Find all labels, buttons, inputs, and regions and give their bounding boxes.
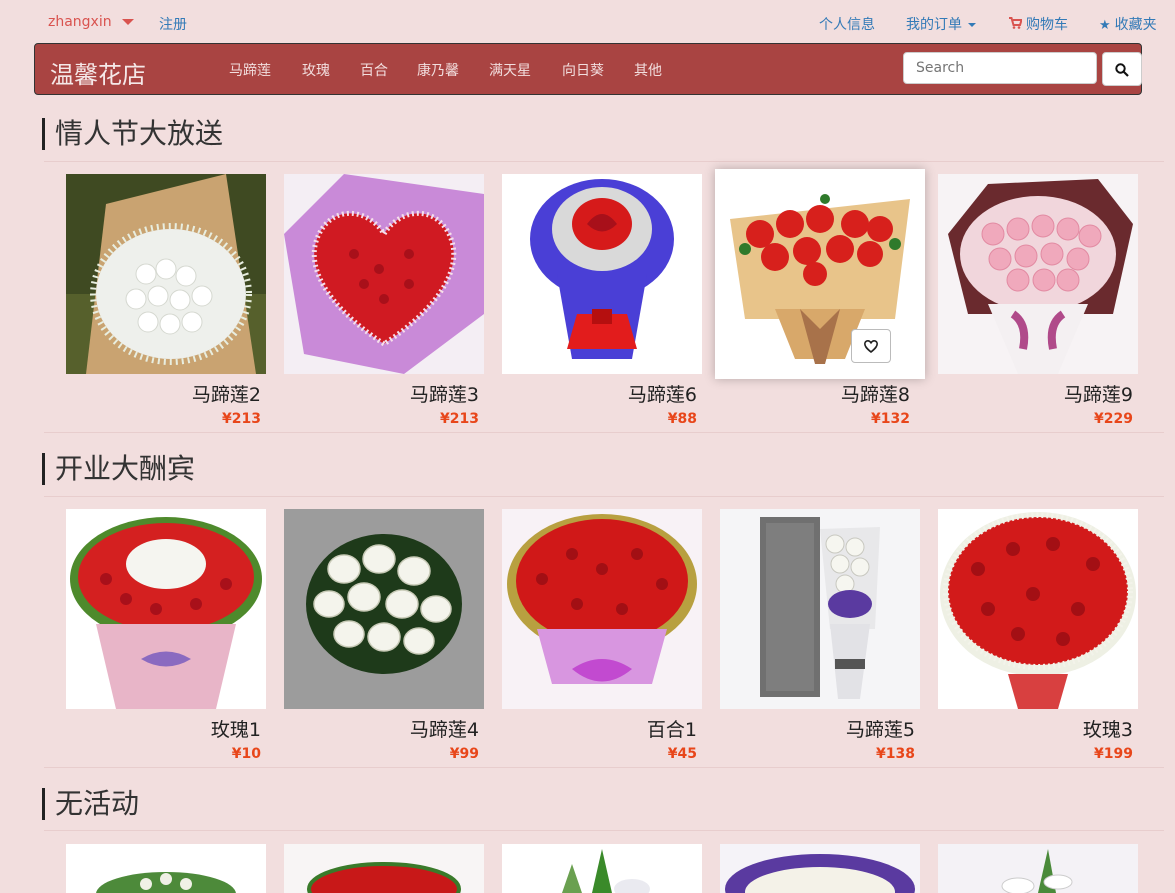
- nav-item-sunflower[interactable]: 向日葵: [562, 60, 604, 80]
- product-image[interactable]: [938, 509, 1138, 709]
- product-name[interactable]: 玫瑰1: [211, 715, 261, 742]
- product-image[interactable]: [720, 844, 920, 893]
- product-name[interactable]: 马蹄莲3: [410, 380, 479, 407]
- caret-down-icon: [121, 19, 134, 25]
- product-image[interactable]: [715, 169, 925, 379]
- product-card[interactable]: [938, 844, 1138, 893]
- product-image[interactable]: [502, 844, 702, 893]
- divider: [44, 496, 1164, 497]
- product-card[interactable]: 百合1 ¥45: [502, 509, 702, 762]
- product-image[interactable]: [66, 844, 266, 893]
- product-name[interactable]: 马蹄莲2: [192, 380, 261, 407]
- product-name[interactable]: 马蹄莲5: [846, 715, 915, 742]
- main-navbar: 温馨花店 马蹄莲 玫瑰 百合 康乃馨 满天星 向日葵 其他: [34, 43, 1142, 95]
- section-title: 无活动: [42, 788, 139, 820]
- nav-item-calla-lily[interactable]: 马蹄莲: [229, 60, 271, 80]
- product-image[interactable]: [284, 509, 484, 709]
- product-price: ¥229: [1094, 411, 1133, 427]
- product-card[interactable]: 马蹄莲9 ¥229: [938, 174, 1138, 427]
- product-price: ¥199: [1094, 746, 1133, 762]
- product-name[interactable]: 马蹄莲8: [841, 380, 910, 407]
- orders-label: 我的订单: [906, 17, 962, 33]
- product-card[interactable]: 马蹄莲5 ¥138: [720, 509, 920, 762]
- product-card[interactable]: 玫瑰1 ¥10: [66, 509, 266, 762]
- product-price: ¥213: [440, 411, 479, 427]
- product-name[interactable]: 百合1: [647, 715, 697, 742]
- product-image[interactable]: [284, 174, 484, 374]
- nav-item-other[interactable]: 其他: [634, 60, 662, 80]
- divider: [44, 830, 1164, 831]
- product-card[interactable]: [502, 844, 702, 893]
- product-card[interactable]: 马蹄莲6 ¥88: [502, 174, 702, 427]
- profile-link[interactable]: 个人信息: [819, 14, 875, 34]
- product-price: ¥132: [871, 411, 910, 427]
- username: zhangxin: [48, 14, 112, 30]
- product-price: ¥45: [667, 746, 697, 762]
- cart-link[interactable]: 购物车: [1009, 14, 1068, 34]
- search-input[interactable]: [903, 52, 1097, 84]
- search-icon: [1115, 63, 1129, 77]
- favorite-button[interactable]: [851, 329, 891, 363]
- product-card[interactable]: 马蹄莲4 ¥99: [284, 509, 484, 762]
- star-icon: ★: [1099, 18, 1111, 33]
- product-price: ¥138: [876, 746, 915, 762]
- caret-down-icon: [968, 23, 976, 27]
- brand-logo[interactable]: 温馨花店: [50, 55, 146, 90]
- product-card[interactable]: [284, 844, 484, 893]
- product-card[interactable]: 玫瑰3 ¥199: [938, 509, 1138, 762]
- nav-item-rose[interactable]: 玫瑰: [302, 60, 330, 80]
- product-name[interactable]: 马蹄莲6: [628, 380, 697, 407]
- product-card[interactable]: 马蹄莲3 ¥213: [284, 174, 484, 427]
- divider: [44, 767, 1164, 768]
- product-card-hovered[interactable]: 马蹄莲8 ¥132: [715, 169, 925, 427]
- product-price: ¥88: [667, 411, 697, 427]
- top-bar: zhangxin 注册 个人信息 我的订单 购物车 ★ 收藏夹: [0, 0, 1175, 44]
- product-card[interactable]: 马蹄莲2 ¥213: [66, 174, 266, 427]
- register-link[interactable]: 注册: [159, 14, 187, 34]
- heart-icon: [864, 340, 878, 353]
- product-price: ¥10: [231, 746, 261, 762]
- orders-dropdown[interactable]: 我的订单: [906, 14, 976, 34]
- shopping-cart-icon: [1009, 17, 1023, 33]
- product-image[interactable]: [66, 174, 266, 374]
- section-title: 开业大酬宾: [42, 453, 195, 485]
- product-card[interactable]: [66, 844, 266, 893]
- user-dropdown[interactable]: zhangxin: [48, 14, 134, 30]
- favorites-label: 收藏夹: [1114, 17, 1157, 33]
- nav-item-babys-breath[interactable]: 满天星: [489, 60, 531, 80]
- nav-item-carnation[interactable]: 康乃馨: [417, 60, 459, 80]
- divider: [44, 161, 1164, 162]
- nav-item-lily[interactable]: 百合: [360, 60, 388, 80]
- product-image[interactable]: [502, 509, 702, 709]
- product-name[interactable]: 马蹄莲9: [1064, 380, 1133, 407]
- product-name[interactable]: 玫瑰3: [1083, 715, 1133, 742]
- product-price: ¥99: [449, 746, 479, 762]
- divider: [44, 432, 1164, 433]
- product-image[interactable]: [66, 509, 266, 709]
- section-title: 情人节大放送: [42, 118, 223, 150]
- product-image[interactable]: [938, 174, 1138, 374]
- product-price: ¥213: [222, 411, 261, 427]
- favorites-link[interactable]: ★ 收藏夹: [1099, 14, 1157, 34]
- product-name[interactable]: 马蹄莲4: [410, 715, 479, 742]
- product-image[interactable]: [502, 174, 702, 374]
- product-image[interactable]: [720, 509, 920, 709]
- product-card[interactable]: [720, 844, 920, 893]
- product-image[interactable]: [284, 844, 484, 893]
- product-image[interactable]: [938, 844, 1138, 893]
- search-button[interactable]: [1102, 52, 1142, 86]
- cart-label: 购物车: [1026, 17, 1068, 33]
